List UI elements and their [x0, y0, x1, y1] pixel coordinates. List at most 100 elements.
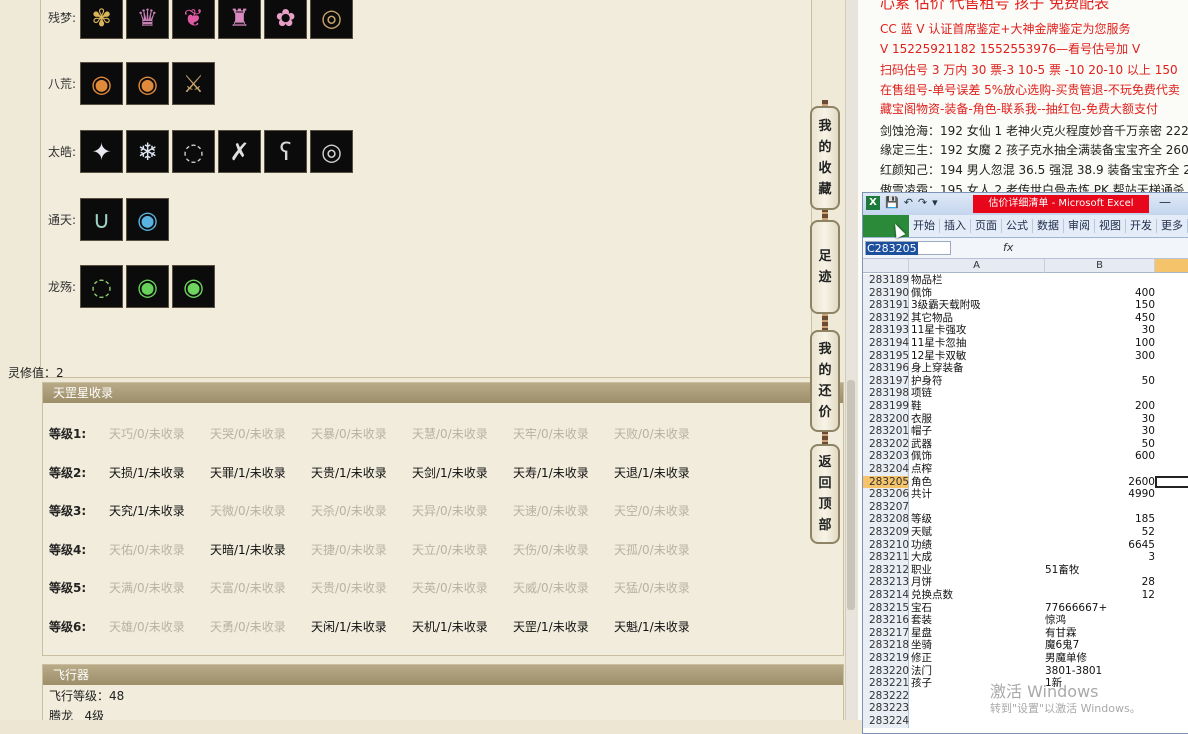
cell-a[interactable]: 套装: [911, 614, 1045, 627]
name-box[interactable]: C283205: [865, 241, 951, 255]
selected-cell-c[interactable]: [1155, 475, 1188, 488]
cell-b[interactable]: 50: [1045, 375, 1155, 388]
cell-b[interactable]: 3801-3801: [1045, 665, 1155, 678]
cell-a[interactable]: 物品栏: [911, 274, 1045, 287]
cell-a[interactable]: 点榨: [911, 463, 1045, 476]
row-number[interactable]: 283197: [863, 374, 909, 388]
page-scrollbar[interactable]: [845, 0, 858, 720]
ribbon-tab[interactable]: 开发: [1126, 219, 1157, 233]
save-icon[interactable]: 💾: [885, 196, 899, 209]
ribbon-tab[interactable]: 更多: [1157, 219, 1188, 233]
ribbon-tab[interactable]: 插入: [940, 219, 971, 233]
fx-icon[interactable]: fx: [1003, 241, 1013, 254]
cell-a[interactable]: 帽子: [911, 425, 1045, 438]
cell-b[interactable]: 50: [1045, 438, 1155, 451]
cell-b[interactable]: 12: [1045, 589, 1155, 602]
row-number[interactable]: 283199: [863, 400, 909, 413]
ribbon-tab[interactable]: 页面: [971, 219, 1002, 233]
customize-toolbar-icon[interactable]: ▾: [932, 196, 938, 209]
ring-icon[interactable]: ◉: [126, 265, 169, 308]
cell-a[interactable]: 共计: [911, 488, 1045, 501]
cell-a[interactable]: 鞋: [911, 400, 1045, 413]
cell-b[interactable]: 150: [1045, 299, 1155, 312]
cell-b[interactable]: 200: [1045, 400, 1155, 413]
row-number[interactable]: 283190: [863, 286, 909, 300]
cell-a[interactable]: 佩饰: [911, 287, 1045, 300]
page-scrollbar-thumb[interactable]: [847, 380, 855, 610]
cell-a[interactable]: 等级: [911, 513, 1045, 526]
cell-a[interactable]: 大成: [911, 551, 1045, 564]
ribbon-tab[interactable]: 数据: [1033, 219, 1064, 233]
hairpin-icon[interactable]: ✿: [264, 0, 307, 39]
row-number[interactable]: 283218: [863, 639, 909, 652]
side-tab-my-collection[interactable]: 我的收藏: [810, 106, 840, 210]
row-number[interactable]: 283198: [863, 387, 909, 400]
row-number[interactable]: 283206: [863, 488, 909, 501]
side-tab-footprint[interactable]: 足迹: [810, 220, 840, 314]
cell-a[interactable]: 项链: [911, 387, 1045, 400]
ring-icon[interactable]: ◉: [80, 62, 123, 105]
hook-icon[interactable]: ʕ: [264, 130, 307, 173]
cell-a[interactable]: 月饼: [911, 576, 1045, 589]
necklace-icon[interactable]: ◌: [172, 130, 215, 173]
ring-icon[interactable]: ◉: [172, 265, 215, 308]
ring-icon[interactable]: ◎: [310, 130, 353, 173]
column-header-a[interactable]: A: [909, 259, 1045, 273]
cell-a[interactable]: 11星卡忽抽: [911, 337, 1045, 350]
bow-icon[interactable]: ✗: [218, 130, 261, 173]
cell-b[interactable]: 30: [1045, 324, 1155, 337]
undo-icon[interactable]: ↶: [904, 196, 913, 209]
row-number[interactable]: 283200: [863, 412, 909, 426]
row-number[interactable]: 283191: [863, 299, 909, 312]
armor-icon[interactable]: ❄: [126, 130, 169, 173]
row-number[interactable]: 283211: [863, 551, 909, 564]
cell-b[interactable]: 男魔单修: [1045, 652, 1155, 665]
cell-a[interactable]: 衣服: [911, 413, 1045, 426]
column-header-c[interactable]: [1155, 259, 1188, 273]
dress-icon[interactable]: ♜: [218, 0, 261, 39]
row-number[interactable]: 283208: [863, 513, 909, 526]
cell-b[interactable]: 185: [1045, 513, 1155, 526]
row-number[interactable]: 283210: [863, 538, 909, 552]
cell-b[interactable]: 30: [1045, 413, 1155, 426]
dagger-icon[interactable]: ⚔: [172, 62, 215, 105]
row-number[interactable]: 283193: [863, 324, 909, 337]
row-number[interactable]: 283217: [863, 626, 909, 640]
cell-b[interactable]: 52: [1045, 526, 1155, 539]
row-number[interactable]: 283205: [863, 475, 909, 489]
row-number[interactable]: 283212: [863, 563, 909, 577]
cell-a[interactable]: 身上穿装备: [911, 362, 1045, 375]
cell-b[interactable]: 51畜牧: [1045, 564, 1155, 577]
row-number[interactable]: 283192: [863, 311, 909, 325]
cell-b[interactable]: 3: [1045, 551, 1155, 564]
cell-a[interactable]: 佩饰: [911, 450, 1045, 463]
cell-b[interactable]: 惊鸿: [1045, 614, 1155, 627]
ribbon-tab[interactable]: 审阅: [1064, 219, 1095, 233]
flame-icon[interactable]: ✦: [80, 130, 123, 173]
row-number[interactable]: 283223: [863, 702, 909, 715]
cell-b[interactable]: 77666667+: [1045, 602, 1155, 615]
necklace-icon[interactable]: ◌: [80, 265, 123, 308]
cell-a[interactable]: 职业: [911, 564, 1045, 577]
row-number[interactable]: 283196: [863, 362, 909, 375]
row-number[interactable]: 283209: [863, 526, 909, 539]
cell-b[interactable]: 30: [1045, 425, 1155, 438]
row-number[interactable]: 283216: [863, 614, 909, 627]
cell-b[interactable]: 6645: [1045, 539, 1155, 552]
cell-a[interactable]: 星盘: [911, 627, 1045, 640]
cell-b[interactable]: 4990: [1045, 488, 1155, 501]
wings-icon[interactable]: ❦: [172, 0, 215, 39]
bracelet-icon[interactable]: ◎: [310, 0, 353, 39]
fan-icon[interactable]: ✾: [80, 0, 123, 39]
necklace-icon[interactable]: ∪: [80, 198, 123, 241]
cell-a[interactable]: 坐骑: [911, 639, 1045, 652]
side-tab-back-to-top[interactable]: 返回顶部: [810, 444, 840, 544]
row-number[interactable]: 283220: [863, 664, 909, 678]
redo-icon[interactable]: ↷: [918, 196, 927, 209]
cell-a[interactable]: 修正: [911, 652, 1045, 665]
cell-a[interactable]: 功绩: [911, 539, 1045, 552]
cell-a[interactable]: 12星卡双敏: [911, 350, 1045, 363]
row-number[interactable]: 283202: [863, 437, 909, 451]
ribbon-tab[interactable]: 视图: [1095, 219, 1126, 233]
cell-a[interactable]: 3级霸天载附吸: [911, 299, 1045, 312]
